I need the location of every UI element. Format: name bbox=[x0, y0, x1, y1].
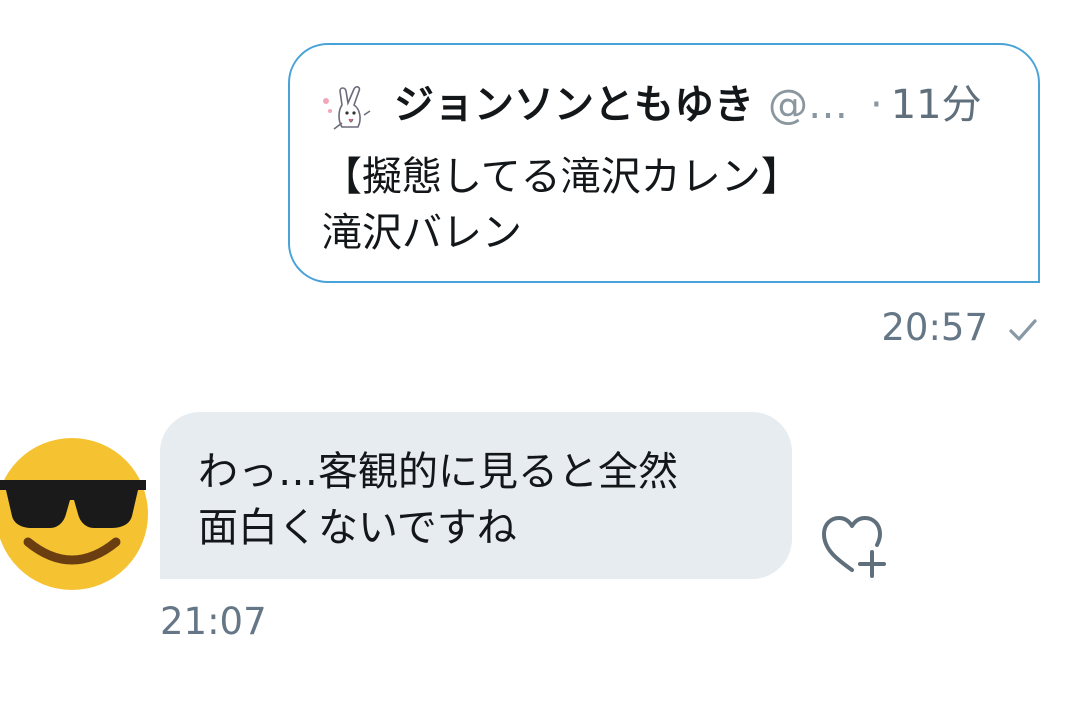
quoted-author-handle: @… bbox=[768, 82, 848, 128]
quoted-tweet-header: ジョンソンともゆき @… · 11分 bbox=[394, 79, 982, 131]
quoted-tweet-text-line-2: 滝沢バレン bbox=[322, 210, 522, 256]
quoted-tweet-card[interactable]: ジョンソンともゆき @… · 11分 【擬態してる滝沢カレン】 滝沢バレン bbox=[288, 43, 1040, 283]
received-message-line-1: わっ…客観的に見ると全然 bbox=[198, 449, 678, 495]
received-message-text: わっ…客観的に見ると全然 面白くないですね bbox=[198, 444, 678, 556]
quoted-tweet-text-line-1: 【擬態してる滝沢カレン】 bbox=[322, 154, 801, 200]
header-separator: · bbox=[870, 82, 883, 128]
received-message-bubble[interactable]: わっ…客観的に見ると全然 面白くないですね bbox=[160, 412, 792, 579]
sent-message-timestamp: 20:57 bbox=[881, 306, 988, 349]
checkmark-icon bbox=[1006, 311, 1040, 345]
like-button[interactable] bbox=[818, 510, 894, 582]
sent-message-meta: 20:57 bbox=[881, 304, 1040, 352]
sender-avatar[interactable] bbox=[0, 438, 148, 590]
quoted-tweet-time: 11分 bbox=[890, 82, 982, 128]
received-message-line-2: 面白くないですね bbox=[198, 505, 517, 551]
heart-plus-icon bbox=[818, 516, 894, 586]
quoted-tweet-text: 【擬態してる滝沢カレン】 滝沢バレン bbox=[322, 149, 801, 261]
received-message-timestamp: 21:07 bbox=[160, 600, 267, 643]
quoted-author-name[interactable]: ジョンソンともゆき bbox=[394, 79, 754, 131]
sunglasses-emoji-icon bbox=[0, 438, 148, 594]
rabbit-avatar-icon bbox=[320, 81, 378, 139]
